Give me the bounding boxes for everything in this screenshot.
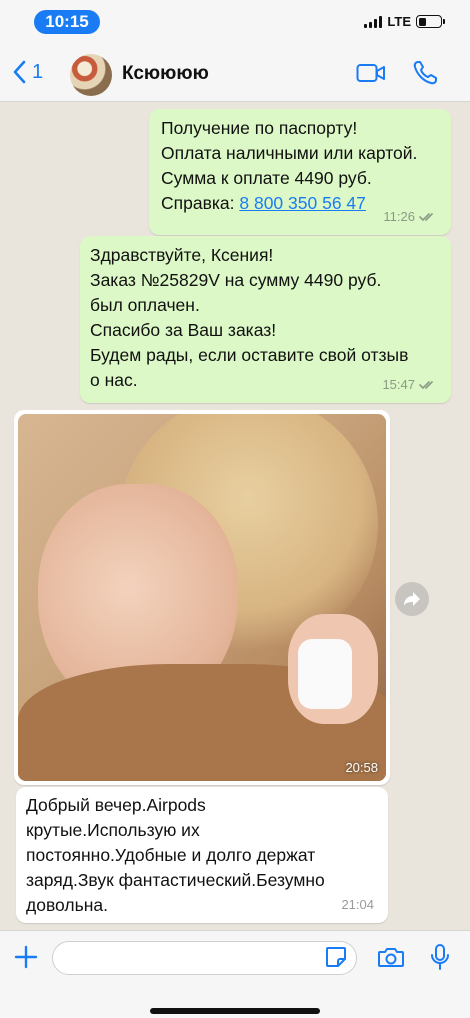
status-indicators: LTE [364, 14, 445, 29]
camera-icon[interactable] [377, 945, 405, 969]
message-line: Оплата наличными или картой. [161, 143, 418, 163]
phone-call-icon[interactable] [412, 60, 438, 86]
message-line: Будем рады, если оставите свой отзыв [90, 345, 409, 365]
avatar[interactable] [70, 54, 112, 96]
signal-icon [364, 15, 383, 28]
plus-icon[interactable] [14, 945, 38, 969]
message-time: 20:58 [345, 760, 378, 775]
message-meta: 15:47 [382, 372, 437, 397]
status-time: 10:15 [34, 10, 100, 34]
forward-button[interactable] [395, 582, 429, 616]
battery-icon [416, 15, 445, 28]
message-text: Справка: [161, 193, 240, 213]
message-bubble-incoming[interactable]: Добрый вечер.Airpods крутые.Использую их… [16, 787, 388, 923]
message-time: 15:47 [382, 377, 415, 392]
chevron-left-icon [13, 60, 26, 84]
message-bubble-outgoing[interactable]: Здравствуйте, Ксения! Заказ №25829V на с… [80, 236, 451, 403]
double-check-icon [419, 380, 433, 389]
message-bubble-outgoing[interactable]: Получение по паспорту! Оплата наличными … [149, 109, 451, 235]
message-bubble-photo[interactable]: 20:58 [14, 410, 390, 785]
message-line: Получение по паспорту! [161, 118, 358, 138]
video-call-icon[interactable] [356, 62, 386, 84]
message-meta: 11:26 [383, 204, 437, 229]
sticker-icon[interactable] [324, 945, 348, 969]
message-meta: 21:04 [341, 892, 374, 917]
network-label: LTE [387, 14, 411, 29]
phone-link[interactable]: 8 800 350 56 47 [239, 193, 366, 213]
back-count: 1 [32, 60, 44, 83]
message-line: постоянно.Удобные и долго держат [26, 845, 316, 865]
back-button[interactable]: 1 [12, 60, 43, 84]
photo-earbuds-case [298, 639, 352, 709]
message-line: крутые.Использую их [26, 820, 200, 840]
message-time: 21:04 [341, 897, 374, 912]
message-time: 11:26 [383, 209, 415, 224]
message-line: заряд.Звук фантастический.Безумно [26, 870, 325, 890]
message-line: был оплачен. [90, 295, 200, 315]
message-line: Добрый вечер.Airpods [26, 795, 206, 815]
message-line: Здравствуйте, Ксения! [90, 245, 274, 265]
contact-name[interactable]: Ксюююю [122, 63, 209, 85]
message-line: довольна. [26, 895, 108, 915]
message-list[interactable]: Получение по паспорту! Оплата наличными … [0, 103, 470, 930]
home-indicator [150, 1008, 320, 1014]
forward-arrow-icon [404, 592, 420, 606]
compose-bar [0, 930, 470, 1018]
photo-attachment[interactable]: 20:58 [18, 414, 386, 781]
message-line: Сумма к оплате 4490 руб. [161, 168, 372, 188]
message-input[interactable] [52, 941, 357, 975]
microphone-icon[interactable] [430, 943, 450, 971]
chat-header: 1 Ксюююю [0, 46, 470, 102]
message-line: Заказ №25829V на сумму 4490 руб. [90, 270, 382, 290]
status-bar: 10:15 LTE [0, 0, 470, 46]
double-check-icon [419, 212, 433, 221]
message-line: Спасибо за Ваш заказ! [90, 320, 277, 340]
